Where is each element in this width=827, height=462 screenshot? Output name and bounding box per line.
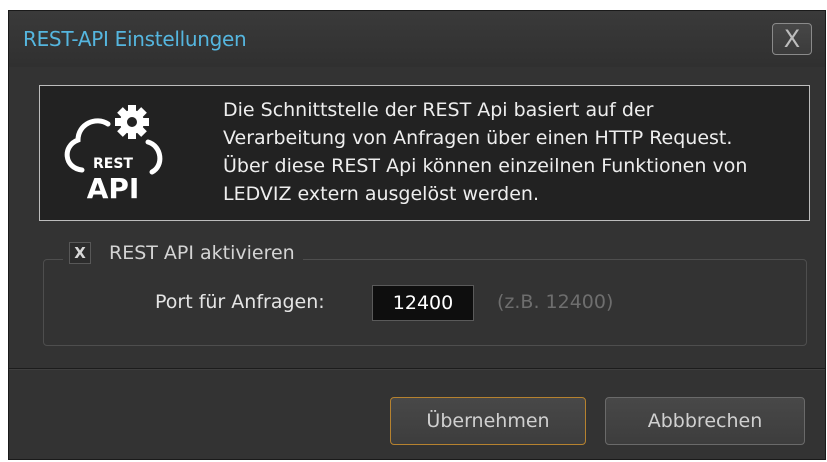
logo-api-text: API [87, 172, 140, 205]
port-input[interactable] [372, 285, 474, 321]
apply-button[interactable]: Übernehmen [390, 397, 586, 445]
cancel-button[interactable]: Abbbrechen [605, 397, 805, 445]
rest-api-settings-dialog: REST-API Einstellungen X REST API Die Sc… [8, 10, 826, 460]
info-line: LEDVIZ extern ausgelöst werden. [223, 183, 540, 205]
title-bar: REST-API Einstellungen X [9, 11, 825, 67]
info-line: Verarbeitung von Anfragen über einen HTT… [223, 127, 733, 149]
port-hint: (z.B. 12400) [497, 291, 614, 313]
logo-rest-text: REST [93, 156, 133, 172]
port-label: Port für Anfragen: [155, 291, 325, 313]
footer-divider [9, 368, 825, 370]
enable-rest-api-checkbox[interactable]: X [69, 242, 91, 264]
info-description: Die Schnittstelle der REST Api basiert a… [223, 96, 793, 208]
enable-rest-api-label[interactable]: REST API aktivieren [109, 242, 295, 264]
rest-api-cloud-gear-icon: REST API [64, 105, 163, 205]
info-panel: REST API Die Schnittstelle der REST Api … [39, 85, 810, 221]
window-title: REST-API Einstellungen [23, 27, 247, 51]
close-button[interactable]: X [772, 23, 812, 55]
enable-rest-api-row: X REST API aktivieren [63, 238, 303, 268]
info-line: Die Schnittstelle der REST Api basiert a… [223, 99, 654, 121]
info-line: Über diese REST Api können einzeilnen Fu… [223, 155, 748, 177]
